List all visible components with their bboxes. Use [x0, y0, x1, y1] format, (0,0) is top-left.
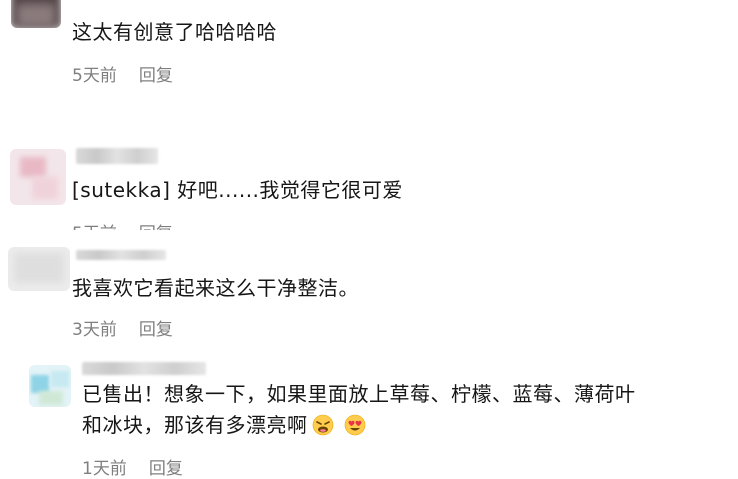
comment-item: 已售出！想象一下，如果里面放上草莓、柠檬、蓝莓、薄荷叶 和冰块，那该有多漂亮啊 …: [0, 358, 738, 479]
comment-item: [sutekka] 好吧......我觉得它很可爱 5天前 回复: [0, 140, 738, 230]
comment-text: 我喜欢它看起来这么干净整洁。: [72, 276, 359, 300]
comment-time: 5天前: [72, 219, 117, 230]
comment-text-line-1: 已售出！想象一下，如果里面放上草莓、柠檬、蓝莓、薄荷叶: [82, 382, 636, 406]
comment-item: 这太有创意了哈哈哈哈 5天前 回复: [0, 0, 738, 100]
avatar[interactable]: [11, 0, 61, 28]
avatar[interactable]: [10, 149, 66, 205]
comment-time: 5天前: [72, 66, 117, 86]
reply-button[interactable]: 回复: [139, 61, 173, 86]
comment-time: 1天前: [82, 459, 127, 479]
comment-text: [sutekka] 好吧......我觉得它很可爱: [72, 178, 403, 202]
comment-meta: 3天前 回复: [72, 315, 173, 340]
username-blurred: [76, 250, 166, 260]
username-blurred: [82, 362, 206, 375]
comment-text: 这太有创意了哈哈哈哈: [72, 20, 277, 44]
weary-face-emoji: [312, 413, 334, 446]
reply-button[interactable]: 回复: [139, 219, 173, 230]
avatar[interactable]: [8, 247, 70, 291]
heart-eyes-emoji: [344, 413, 366, 446]
avatar[interactable]: [29, 365, 71, 407]
reply-button[interactable]: 回复: [139, 315, 173, 340]
comment-meta: 5天前 回复: [72, 61, 173, 86]
comment-meta-cutoff: 5天前 回复: [72, 219, 192, 230]
username-blurred: [76, 148, 158, 164]
reply-button[interactable]: 回复: [149, 454, 183, 479]
comment-meta: 1天前 回复: [82, 454, 183, 479]
comment-time: 3天前: [72, 320, 117, 340]
comment-text-line-2: 和冰块，那该有多漂亮啊: [82, 409, 366, 446]
comment-text-line-2-content: 和冰块，那该有多漂亮啊: [82, 413, 308, 437]
comment-item: 我喜欢它看起来这么干净整洁。 3天前 回复: [0, 245, 738, 345]
